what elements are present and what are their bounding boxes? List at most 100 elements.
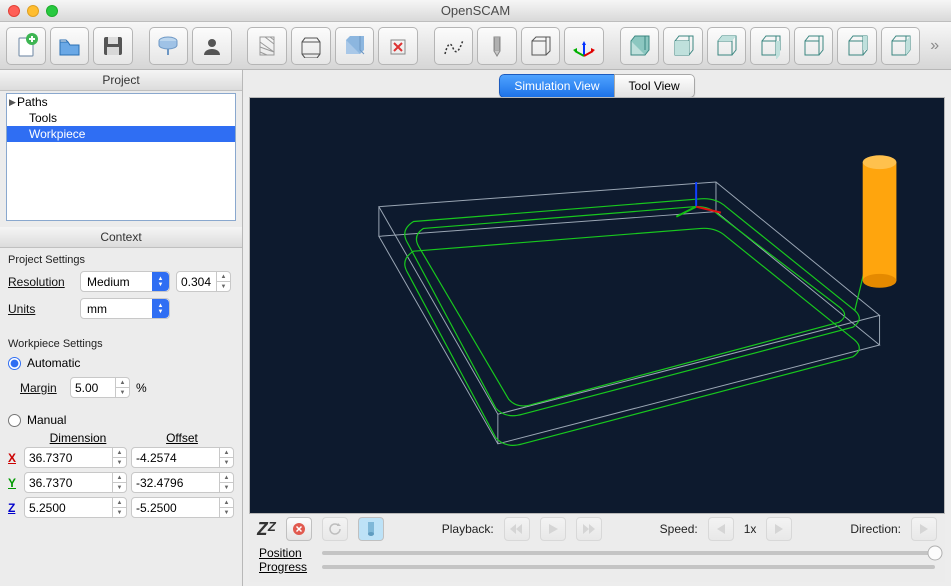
bounding-box-button[interactable] — [521, 27, 561, 65]
progress-slider-label: Progress — [259, 560, 314, 574]
playback-label: Playback: — [442, 522, 494, 536]
forward-button[interactable] — [576, 517, 602, 541]
margin-unit: % — [136, 381, 147, 395]
open-file-button[interactable] — [50, 27, 90, 65]
automatic-radio[interactable] — [8, 357, 21, 370]
sliders-panel: Position Progress — [249, 544, 945, 582]
tab-simulation-view[interactable]: Simulation View — [499, 74, 613, 98]
save-file-button[interactable] — [93, 27, 133, 65]
view-cube-4[interactable] — [750, 27, 790, 65]
y-offset-input[interactable]: -32.4796 ▲▼ — [131, 472, 234, 493]
play-button[interactable] — [540, 517, 566, 541]
x-offset-value: -4.2574 — [136, 451, 177, 465]
units-select[interactable]: mm — [80, 298, 170, 319]
manual-label: Manual — [27, 413, 66, 427]
view-cube-1[interactable] — [620, 27, 660, 65]
new-file-button[interactable] — [6, 27, 46, 65]
window-title: OpenSCAM — [441, 3, 510, 18]
stop-button[interactable] — [286, 517, 312, 541]
tree-item-paths[interactable]: Paths — [7, 94, 235, 110]
resolution-label: Resolution — [8, 275, 74, 289]
toolbar-overflow-button[interactable]: » — [924, 37, 945, 55]
dropdown-arrows-icon — [152, 299, 169, 318]
resolution-value: Medium — [87, 275, 130, 289]
speed-value: 1x — [744, 522, 757, 536]
y-dimension-input[interactable]: 36.7370▲▼ — [24, 472, 127, 493]
direction-button[interactable] — [911, 517, 937, 541]
wire-hatch-button[interactable] — [247, 27, 287, 65]
resolution-number-input[interactable]: 0.304 ▲▼ — [176, 271, 231, 292]
solid-box-button[interactable] — [335, 27, 375, 65]
position-slider-label: Position — [259, 546, 314, 560]
project-settings-title: Project Settings — [0, 248, 242, 268]
context-panel-header: Context — [0, 227, 242, 248]
playback-bar: ZZ Playback: Speed: 1x Direction: — [249, 514, 945, 544]
tree-item-workpiece[interactable]: Workpiece — [7, 126, 235, 142]
automatic-label: Automatic — [27, 356, 80, 370]
x-dimension-input[interactable]: 36.7370▲▼ — [24, 447, 127, 468]
project-tree[interactable]: Paths Tools Workpiece — [6, 93, 236, 221]
tree-item-tools[interactable]: Tools — [7, 110, 235, 126]
position-slider[interactable] — [322, 551, 935, 555]
left-sidebar: Project Paths Tools Workpiece Context Pr… — [0, 70, 243, 586]
zoom-window-button[interactable] — [46, 5, 58, 17]
minimize-window-button[interactable] — [27, 5, 39, 17]
resolution-number-value: 0.304 — [181, 275, 211, 289]
offset-header: Offset — [130, 431, 234, 445]
main-toolbar: » — [0, 22, 951, 70]
view-cube-7[interactable] — [881, 27, 921, 65]
view-cube-5[interactable] — [794, 27, 834, 65]
traffic-lights — [8, 5, 58, 17]
tool-preview-button[interactable] — [358, 517, 384, 541]
margin-input[interactable]: 5.00 ▲▼ — [70, 377, 130, 398]
stepper-icon[interactable]: ▲▼ — [219, 498, 233, 517]
wire-frame-button[interactable] — [291, 27, 331, 65]
view-cube-2[interactable] — [663, 27, 703, 65]
dropdown-arrows-icon — [152, 272, 169, 291]
z-dimension-input[interactable]: 5.2500▲▼ — [24, 497, 127, 518]
units-label: Units — [8, 302, 74, 316]
view-tabs: Simulation View Tool View — [243, 70, 951, 97]
stepper-icon[interactable]: ▲▼ — [115, 378, 129, 397]
view-cube-3[interactable] — [707, 27, 747, 65]
tab-tool-view[interactable]: Tool View — [614, 74, 695, 98]
tool-button-1[interactable] — [149, 27, 189, 65]
z-offset-input[interactable]: -5.2500 ▲▼ — [131, 497, 234, 518]
margin-value: 5.00 — [75, 381, 98, 395]
units-value: mm — [87, 302, 107, 316]
axis-z-label: Z — [8, 501, 20, 515]
slider-thumb[interactable] — [928, 546, 943, 561]
view-cube-6[interactable] — [837, 27, 877, 65]
stepper-icon[interactable]: ▲▼ — [219, 473, 233, 492]
axis-y-label: Y — [8, 476, 20, 490]
stepper-icon[interactable]: ▲▼ — [112, 473, 126, 492]
stepper-icon[interactable]: ▲▼ — [219, 448, 233, 467]
dimension-header: Dimension — [26, 431, 130, 445]
workpiece-settings-title: Workpiece Settings — [0, 332, 242, 352]
stepper-icon[interactable]: ▲▼ — [112, 498, 126, 517]
axes-gizmo-button[interactable] — [564, 27, 604, 65]
stepper-icon[interactable]: ▲▼ — [216, 272, 230, 291]
progress-slider[interactable] — [322, 565, 935, 569]
direction-label: Direction: — [850, 522, 901, 536]
drill-tool-button[interactable] — [477, 27, 517, 65]
3d-viewport[interactable] — [249, 97, 945, 514]
x-offset-input[interactable]: -4.2574 ▲▼ — [131, 447, 234, 468]
reload-button[interactable] — [322, 517, 348, 541]
user-button[interactable] — [192, 27, 232, 65]
stage-area: Simulation View Tool View — [243, 70, 951, 586]
clear-box-button[interactable] — [378, 27, 418, 65]
z-offset-value: -5.2500 — [136, 501, 177, 515]
stepper-icon[interactable]: ▲▼ — [112, 448, 126, 467]
rewind-button[interactable] — [504, 517, 530, 541]
manual-radio[interactable] — [8, 414, 21, 427]
resolution-select[interactable]: Medium — [80, 271, 170, 292]
y-offset-value: -32.4796 — [136, 476, 183, 490]
speed-up-button[interactable] — [766, 517, 792, 541]
path-curve-button[interactable] — [434, 27, 474, 65]
sleep-icon: ZZ — [257, 519, 276, 540]
speed-label: Speed: — [660, 522, 698, 536]
speed-down-button[interactable] — [708, 517, 734, 541]
window-titlebar: OpenSCAM — [0, 0, 951, 22]
close-window-button[interactable] — [8, 5, 20, 17]
